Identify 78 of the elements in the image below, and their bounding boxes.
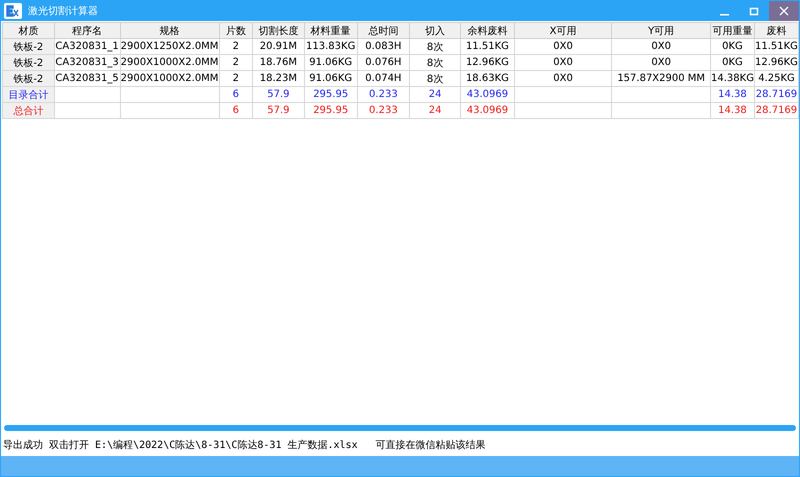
table-cell: 总合计 — [2, 102, 54, 118]
table-cell: 2900X1000X2.0MM — [120, 70, 220, 86]
table-cell: 0X0 — [514, 54, 612, 70]
table-cell: 12.96KG — [754, 54, 798, 70]
column-header: 总时间 — [357, 22, 410, 38]
table-cell: CA320831_3 — [54, 54, 120, 70]
table-cell: 11.51KG — [460, 38, 514, 54]
table-cell: 2900X1000X2.0MM — [120, 54, 220, 70]
table-cell: 6 — [219, 102, 253, 118]
column-header: 切入 — [410, 22, 461, 38]
table-cell: 18.63KG — [460, 70, 514, 86]
maximize-icon — [749, 6, 759, 16]
column-header: 程序名 — [54, 22, 120, 38]
table-cell: 2 — [219, 70, 253, 86]
column-header: 废料 — [754, 22, 798, 38]
table-cell: 14.38 — [710, 102, 754, 118]
table-cell: 91.06KG — [304, 54, 358, 70]
table-cell: 11.51KG — [754, 38, 798, 54]
table-cell: 295.95 — [304, 102, 358, 118]
table-cell: 24 — [410, 86, 461, 102]
table-cell: 8次 — [410, 38, 461, 54]
window-title: 激光切割计算器 — [28, 4, 99, 18]
table-cell: 8次 — [410, 70, 461, 86]
column-header: 材料重量 — [304, 22, 358, 38]
table-cell: 0KG — [710, 38, 754, 54]
table-cell: 24 — [410, 102, 461, 118]
table-cell: 铁板-2 — [2, 38, 54, 54]
table-cell: 2 — [219, 54, 253, 70]
column-header: Y可用 — [612, 22, 711, 38]
table-cell: CA320831_5 — [54, 70, 120, 86]
status-message: 导出成功 双击打开 E:\编程\2022\C陈达\8-31\C陈达8-31 生产数据.xlsx — [3, 438, 358, 452]
app-logo-icon — [4, 3, 22, 19]
table-cell: 2 — [219, 38, 253, 54]
column-header: 规格 — [120, 22, 220, 38]
table-cell: 0.233 — [357, 102, 410, 118]
table-cell: 57.9 — [252, 86, 304, 102]
close-button[interactable] — [769, 1, 799, 21]
table-cell: 0X0 — [612, 54, 711, 70]
status-hint: 可直接在微信粘贴该结果 — [376, 438, 486, 452]
table-cell: 铁板-2 — [2, 70, 54, 86]
table-cell: 113.83KG — [304, 38, 358, 54]
table-cell: 43.0969 — [460, 86, 514, 102]
table-cell: 6 — [219, 86, 253, 102]
table-cell: 18.23M — [252, 70, 304, 86]
table-cell: 28.7169 — [754, 86, 798, 102]
table-cell: 14.38KG — [710, 70, 754, 86]
table-cell: CA320831_1 — [54, 38, 120, 54]
table-cell: 295.95 — [304, 86, 358, 102]
table-cell: 91.06KG — [304, 70, 358, 86]
table-cell: 0X0 — [612, 38, 711, 54]
table-cell: 28.7169 — [754, 102, 798, 118]
column-header: 材质 — [2, 22, 54, 38]
column-header: X可用 — [514, 22, 612, 38]
table-cell: 0.076H — [357, 54, 410, 70]
column-header: 切割长度 — [252, 22, 304, 38]
table-cell: 12.96KG — [460, 54, 514, 70]
table-cell: 157.87X2900 MM — [612, 70, 711, 86]
column-header: 可用重量 — [710, 22, 754, 38]
table-cell: 57.9 — [252, 102, 304, 118]
table-cell: 0.074H — [357, 70, 410, 86]
table-cell: 0.083H — [357, 38, 410, 54]
column-header: 余料废料 — [460, 22, 514, 38]
table-cell: 0.233 — [357, 86, 410, 102]
table-cell: 目录合计 — [2, 86, 54, 102]
minimize-icon — [720, 14, 728, 16]
table-cell: 0KG — [710, 54, 754, 70]
table-cell: 2900X1250X2.0MM — [120, 38, 220, 54]
table-cell: 8次 — [410, 54, 461, 70]
table-cell: 43.0969 — [460, 102, 514, 118]
column-header: 片数 — [219, 22, 253, 38]
table-cell: 铁板-2 — [2, 54, 54, 70]
table-cell: 4.25KG — [754, 70, 798, 86]
table-cell: 14.38 — [710, 86, 754, 102]
close-icon — [779, 6, 789, 16]
table-cell: 0X0 — [514, 38, 612, 54]
table-cell: 18.76M — [252, 54, 304, 70]
table-cell: 0X0 — [514, 70, 612, 86]
table-cell: 20.91M — [252, 38, 304, 54]
